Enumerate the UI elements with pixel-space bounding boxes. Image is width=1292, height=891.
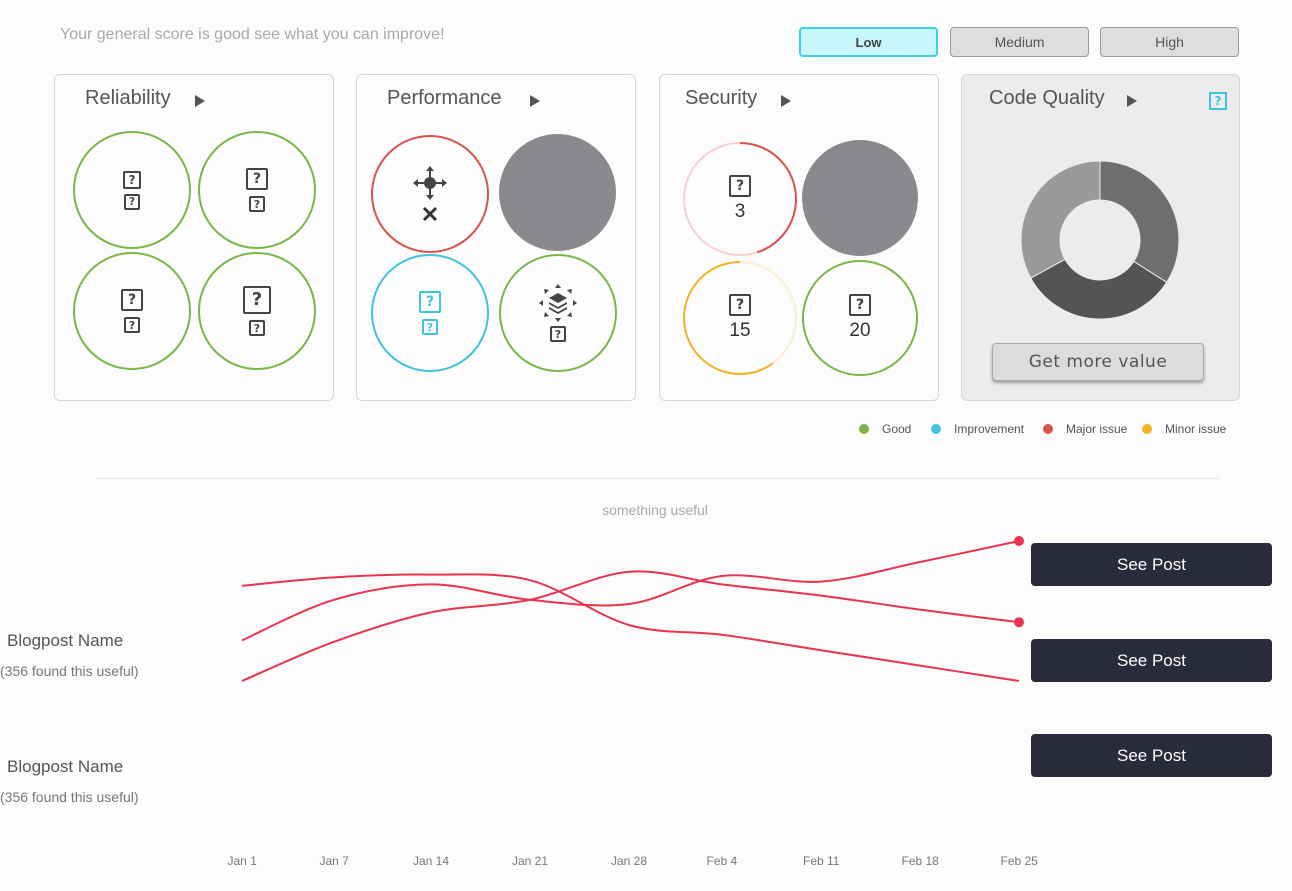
x-tick-label: Jan 28 <box>611 854 648 868</box>
x-tick-label: Feb 25 <box>1000 854 1038 868</box>
x-tick-label: Jan 21 <box>512 854 549 868</box>
x-tick-label: Jan 1 <box>227 854 257 868</box>
x-tick-label: Feb 11 <box>803 854 840 868</box>
series-line <box>241 573 1020 682</box>
see-post-button[interactable]: See Post <box>1031 543 1272 586</box>
series-end-point <box>1014 536 1024 546</box>
x-tick-label: Feb 18 <box>901 854 939 868</box>
x-tick-label: Feb 4 <box>706 854 738 868</box>
x-tick-label: Jan 14 <box>413 854 450 868</box>
see-post-button[interactable]: See Post <box>1031 639 1272 682</box>
see-post-button[interactable]: See Post <box>1031 734 1272 777</box>
x-tick-label: Jan 7 <box>319 854 349 868</box>
series-end-point <box>1014 617 1024 628</box>
